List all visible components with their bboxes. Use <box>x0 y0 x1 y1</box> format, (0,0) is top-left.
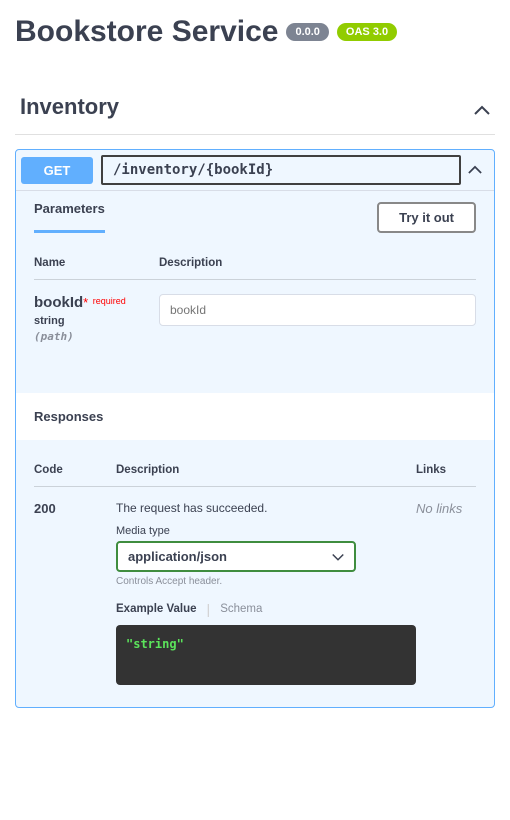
tab-divider: | <box>207 601 211 617</box>
example-code-block: "string" <box>116 625 416 685</box>
response-description: The request has succeeded. <box>116 501 416 515</box>
tab-example-value[interactable]: Example Value <box>116 603 197 615</box>
responses-title: Responses <box>34 409 476 424</box>
param-input-bookid[interactable] <box>159 294 476 326</box>
version-badge: 0.0.0 <box>286 23 328 41</box>
page-title: Bookstore Service <box>15 15 278 49</box>
response-row: 200 The request has succeeded. Media typ… <box>34 487 476 685</box>
response-links: No links <box>416 501 476 685</box>
col-header-description: Description <box>159 257 476 269</box>
param-type: string <box>34 315 159 327</box>
try-it-out-button[interactable]: Try it out <box>377 202 476 233</box>
tab-parameters[interactable]: Parameters <box>34 201 105 233</box>
required-star: * <box>83 295 88 310</box>
controls-accept-text: Controls Accept header. <box>116 576 416 587</box>
media-type-label: Media type <box>116 525 416 537</box>
media-type-select[interactable]: application/json <box>116 541 356 572</box>
tag-name: Inventory <box>20 94 119 120</box>
tag-header-inventory[interactable]: Inventory <box>15 84 495 135</box>
param-name: bookId <box>34 294 83 311</box>
col-header-name: Name <box>34 257 159 269</box>
method-badge: GET <box>21 157 93 184</box>
path-wrap: /inventory/{bookId} <box>101 155 461 185</box>
parameter-row: bookId* required string (path) <box>34 280 476 343</box>
required-label: required <box>90 296 126 306</box>
chevron-up-icon <box>474 102 490 112</box>
param-in: (path) <box>34 330 159 343</box>
col-header-description: Description <box>116 464 416 476</box>
operation-summary[interactable]: GET /inventory/{bookId} <box>16 150 494 190</box>
operation-path: /inventory/{bookId} <box>103 158 283 182</box>
chevron-up-icon <box>461 161 489 179</box>
col-header-links: Links <box>416 464 476 476</box>
response-code: 200 <box>34 501 116 685</box>
oas-badge: OAS 3.0 <box>337 23 397 41</box>
col-header-code: Code <box>34 464 116 476</box>
example-body: "string" <box>126 637 184 651</box>
tab-schema[interactable]: Schema <box>220 603 262 615</box>
operation-block: GET /inventory/{bookId} Parameters Try i… <box>15 149 495 708</box>
chevron-down-icon <box>332 549 344 564</box>
media-type-value: application/json <box>128 549 227 564</box>
